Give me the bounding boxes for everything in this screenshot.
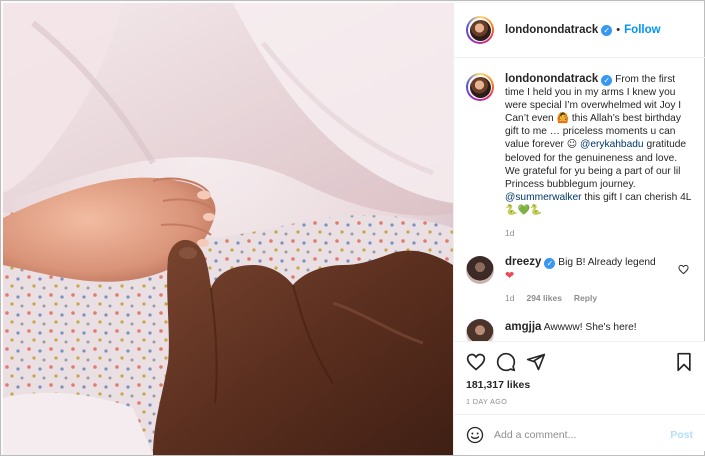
header-separator: • [616,24,621,36]
caption-username[interactable]: londonondatrack [505,73,598,85]
comment-icon[interactable] [496,352,516,372]
reply-button[interactable]: Reply [574,293,597,303]
mention-link[interactable]: @summerwalker [505,192,582,203]
comment-meta: 1d 294 likes Reply [505,293,693,303]
add-comment-bar: Post [454,414,705,454]
emoji-snake-heart-icon: 🐍💚🐍 [505,204,543,216]
verified-badge-icon: ✓ [601,24,613,36]
comment-item: amgjja Awwww! She's here! [466,319,693,341]
post-header: londonondatrack ✓ • Follow [454,3,705,58]
baby-hand-photo [3,3,453,455]
follow-button[interactable]: Follow [624,24,660,36]
post-timestamp: 1 DAY AGO [466,397,508,406]
emoji-smile-icon: ☺ [566,139,578,151]
comment-likes[interactable]: 294 likes [526,293,561,303]
caption-age: 1d [505,228,515,239]
post-caption: londonondatrack ✓ From the first time I h… [466,73,693,240]
post-side-panel: londonondatrack ✓ • Follow londonondatra… [453,3,705,455]
commenter-avatar[interactable] [466,319,494,341]
likes-count[interactable]: 181,317 likes [466,379,530,391]
author-avatar[interactable] [466,16,494,44]
comments-section[interactable]: londonondatrack ✓ From the first time I h… [454,59,705,341]
comment-input[interactable] [494,428,671,441]
commenter-avatar[interactable] [466,256,494,285]
action-icons [466,352,694,374]
caption-avatar[interactable] [466,73,494,101]
small-heart-icon[interactable] [678,264,689,275]
caption-text: londonondatrack ✓ From the first time I h… [505,73,693,240]
post-actions: 181,317 likes 1 DAY AGO Post [454,341,705,451]
post-photo[interactable] [3,3,453,455]
caption-text-part: this gift I can cherish 4L [581,191,692,203]
commenter-username[interactable]: dreezy [505,256,541,268]
share-icon[interactable] [526,352,546,372]
comment-item: dreezy ✓ Big B! Already legend ❤ [466,256,693,285]
emoji-person-icon: 🙆 [556,113,569,125]
bookmark-icon[interactable] [674,352,694,372]
comment-text: Awwww! She's here! [543,322,637,334]
verified-badge-icon: ✓ [544,258,556,270]
verified-badge-icon: ✓ [601,75,613,86]
commenter-username[interactable]: amgjja [505,321,541,333]
post-comment-button[interactable]: Post [670,429,693,441]
smiley-icon[interactable] [466,426,484,444]
author-username[interactable]: londonondatrack [505,24,598,36]
instagram-post-window: londonondatrack ✓ • Follow londonondatra… [0,0,705,456]
comment-age: 1d [505,293,515,304]
heart-icon[interactable] [466,352,486,372]
mention-link[interactable]: @erykahbadu [580,139,644,150]
comment-text: Big B! Already legend [558,257,656,269]
red-heart-emoji-icon: ❤ [505,269,515,283]
